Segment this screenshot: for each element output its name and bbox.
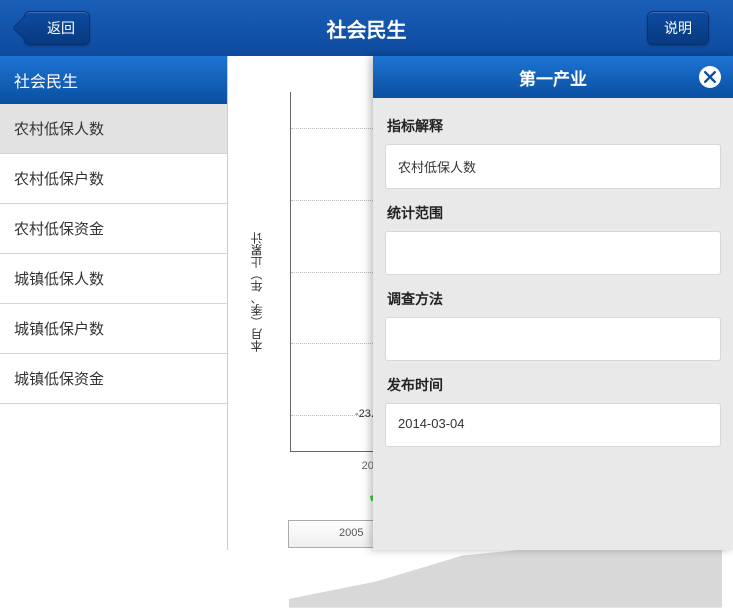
topbar: 返回 社会民生 说明 [0,0,733,56]
sidebar-header: 社会民生 [0,56,227,104]
scope-value [385,231,721,275]
sidebar-item-0[interactable]: 农村低保人数 [0,104,227,154]
indicator-label: 指标解释 [387,116,719,136]
sidebar-item-3[interactable]: 城镇低保人数 [0,254,227,304]
overview-year: 2005 [339,527,363,539]
sidebar: 社会民生 农村低保人数农村低保户数农村低保资金城镇低保人数城镇低保户数城镇低保资… [0,56,228,550]
close-icon[interactable] [699,66,721,88]
indicator-value: 农村低保人数 [385,144,721,189]
panel-header: 第一产业 [373,56,733,98]
sidebar-item-5[interactable]: 城镇低保资金 [0,354,227,404]
method-value [385,317,721,361]
detail-panel: 第一产业 指标解释 农村低保人数 统计范围 调查方法 发布时间 2014-03-… [373,56,733,550]
help-button[interactable]: 说明 [647,11,709,45]
sidebar-item-2[interactable]: 农村低保资金 [0,204,227,254]
back-button[interactable]: 返回 [24,11,90,45]
page-title: 社会民生 [327,14,407,43]
chart-ylabel: 本月（季、年）止累计 [248,232,265,352]
method-label: 调查方法 [387,289,719,309]
sidebar-item-4[interactable]: 城镇低保户数 [0,304,227,354]
scope-label: 统计范围 [387,203,719,223]
publish-value: 2014-03-04 [385,403,721,447]
publish-label: 发布时间 [387,375,719,395]
panel-title: 第一产业 [519,65,587,90]
panel-body: 指标解释 农村低保人数 统计范围 调查方法 发布时间 2014-03-04 [373,98,733,473]
sidebar-item-1[interactable]: 农村低保户数 [0,154,227,204]
